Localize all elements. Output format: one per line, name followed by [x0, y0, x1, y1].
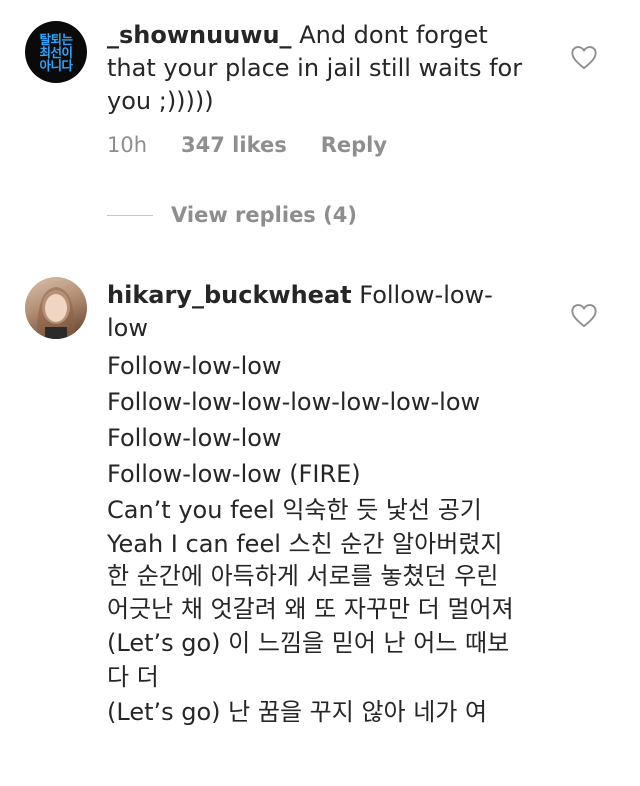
reply-button[interactable]: Reply — [321, 133, 387, 157]
lyric-line: 어긋난 채 엇갈려 왜 또 자꾸만 더 멀어져 (Let’s go) 이 느낌을… — [107, 595, 514, 691]
lyric-line: Follow-low-low — [107, 424, 282, 452]
avatar[interactable]: 탈퇴는 최선이 아니다 — [25, 21, 87, 83]
view-replies-button[interactable]: View replies (4) — [107, 203, 357, 227]
lyric-line: Follow-low-low — [107, 352, 282, 380]
comment-username[interactable]: _shownuuwu_ — [107, 21, 292, 49]
comment-body: _shownuuwu_ And dont forget that your pl… — [107, 19, 527, 118]
lyric-line: (Let’s go) 난 꿈을 꾸지 않아 네가 여 — [107, 698, 488, 726]
lyric-line: 한 순간에 아득하게 서로를 놓쳤던 우린 — [107, 562, 499, 590]
avatar-photo — [37, 287, 75, 339]
comment-username[interactable]: hikary_buckwheat — [107, 281, 352, 309]
comment-meta: 10h 347 likes Reply — [107, 133, 387, 157]
divider — [107, 214, 153, 216]
comment-time: 10h — [107, 133, 148, 157]
avatar[interactable] — [25, 277, 87, 339]
heart-outline-icon[interactable] — [570, 44, 598, 70]
view-replies-label: View replies (4) — [171, 203, 357, 227]
likes-count[interactable]: 347 likes — [181, 133, 287, 157]
comment-body: hikary_buckwheat Follow-low-low Follow-l… — [107, 279, 517, 730]
avatar-badge-text: 탈퇴는 최선이 아니다 — [39, 31, 73, 73]
heart-outline-icon[interactable] — [570, 302, 598, 328]
lyric-line: Can’t you feel 익숙한 듯 낯선 공기 — [107, 496, 482, 524]
lyric-line: Follow-low-low-low-low-low-low — [107, 388, 481, 416]
lyric-line: Yeah I can feel 스친 순간 알아버렸지 — [107, 530, 503, 558]
lyric-line: Follow-low-low (FIRE) — [107, 460, 361, 488]
